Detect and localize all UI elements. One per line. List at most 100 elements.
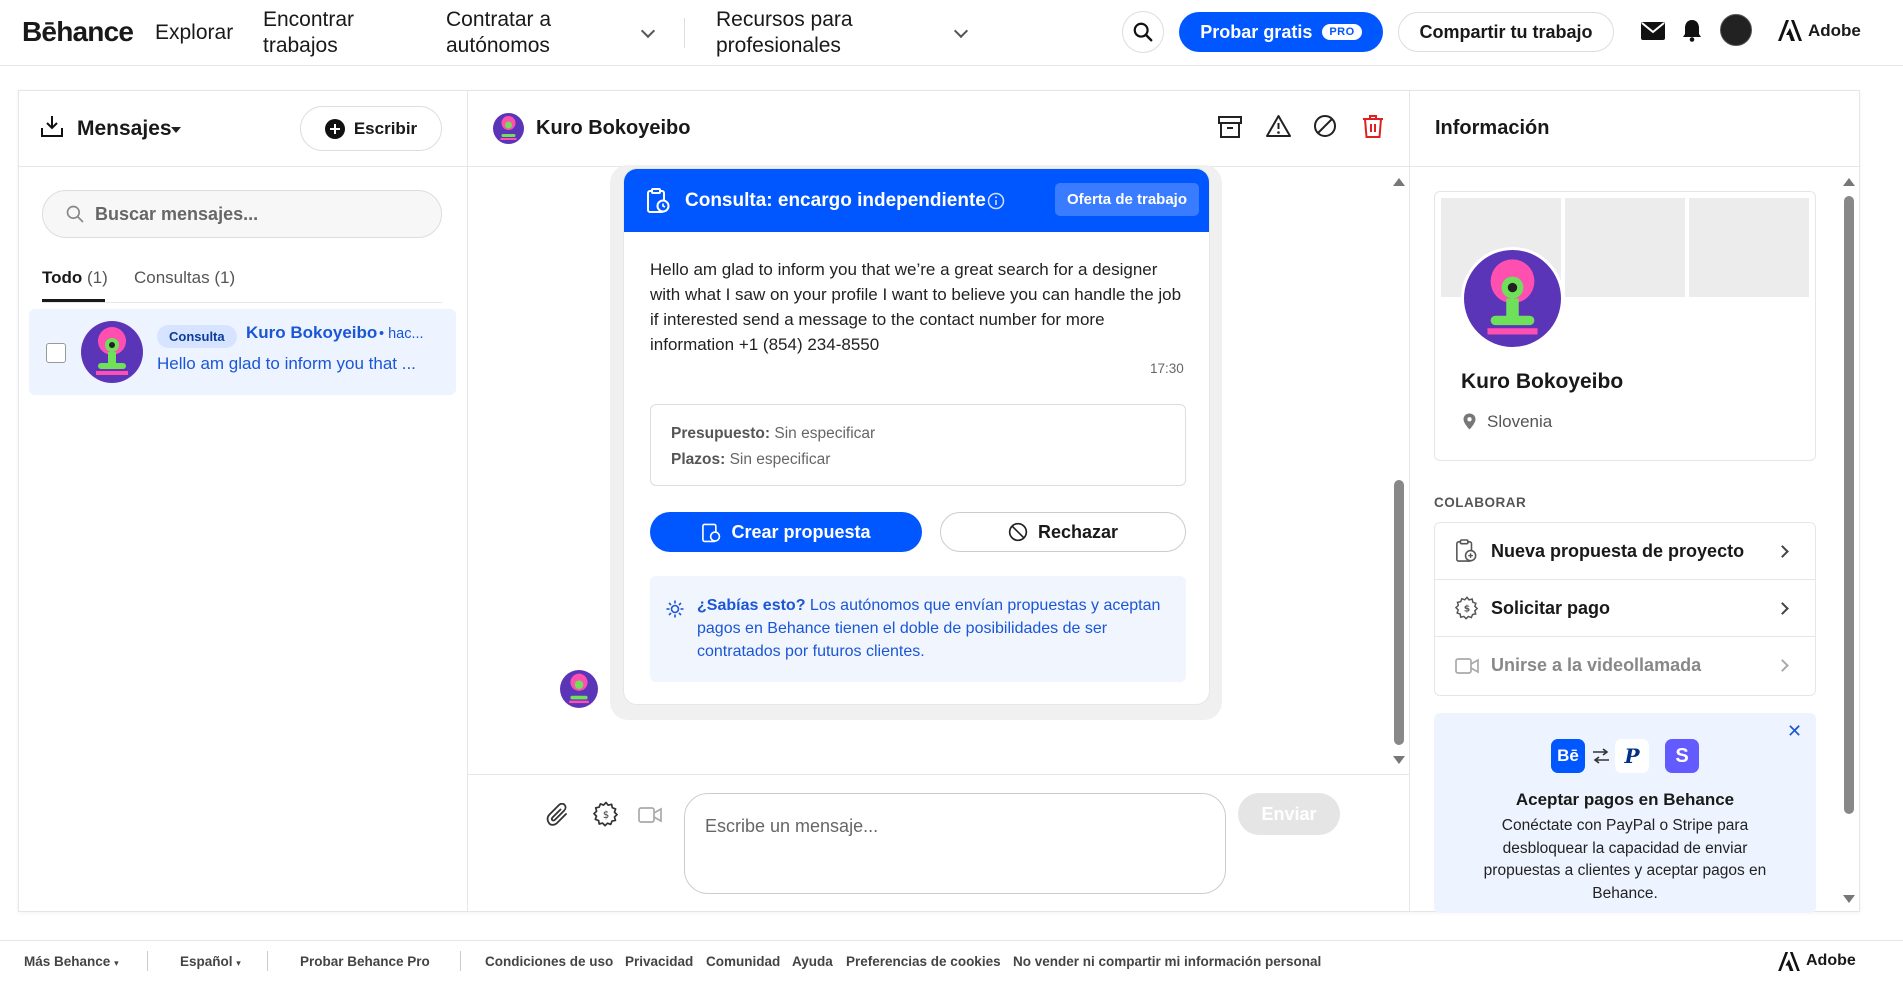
mail-icon[interactable] [1641,22,1665,40]
deadline-value: Sin especificar [729,451,831,468]
nav-label-line1: Contratar a [446,8,552,31]
footer-privacy[interactable]: Privacidad [625,954,693,969]
scroll-down-arrow[interactable] [1393,756,1405,764]
user-avatar[interactable] [1720,14,1752,46]
inquiry-title: Consulta: encargo independiente [685,190,986,211]
create-proposal-button[interactable]: Crear propuesta [650,512,922,552]
inquiry-card-header: Consulta: encargo independiente Oferta d… [624,169,1209,232]
promo-title: Aceptar pagos en Behance [1515,790,1735,809]
conversation-item[interactable]: Consulta Kuro Bokoyeibo • hac... Hello a… [29,309,456,395]
send-button[interactable]: Enviar [1238,793,1340,835]
share-work-button[interactable]: Compartir tu trabajo [1398,12,1614,52]
tab-todo[interactable]: Todo (1) [42,268,108,288]
footer-terms[interactable]: Condiciones de uso [485,954,613,969]
video-call-icon[interactable] [638,806,662,824]
top-nav: Bēhance Explorar Encontrar trabajos Cont… [0,0,1903,66]
thread-name[interactable]: Kuro Bokoyeibo [536,117,690,140]
adobe-label[interactable]: Adobe [1806,952,1856,970]
trash-icon[interactable] [1362,114,1384,139]
payment-gear-icon[interactable]: $ [593,801,619,827]
profile-name[interactable]: Kuro Bokoyeibo [1461,370,1623,394]
message-input[interactable]: Escribe un mensaje... [684,793,1226,894]
warning-icon[interactable] [1266,114,1291,138]
scroll-down-arrow[interactable] [1843,895,1855,903]
create-proposal-label: Crear propuesta [731,521,871,542]
profile-avatar[interactable] [1461,247,1564,350]
caret-down-icon: ▾ [236,958,241,968]
conversation-preview: Hello am glad to inform you that ... [157,354,416,373]
request-payment-item[interactable]: $ Solicitar pago [1435,580,1815,637]
footer-language[interactable]: Español ▾ [180,954,241,969]
tip-text: ¿Sabías esto? Los autónomos que envían p… [697,594,1177,663]
nav-divider [684,18,685,48]
chevron-down-icon[interactable] [640,23,656,39]
footer-probar-pro[interactable]: Probar Behance Pro [300,954,430,969]
avatar [81,321,143,383]
consulta-badge: Consulta [157,325,237,348]
nav-recursos-profesionales[interactable]: Recursos para profesionales [716,7,853,59]
archive-icon[interactable] [1218,116,1242,138]
write-label: Escribir [353,118,418,138]
profile-card: Kuro Bokoyeibo Slovenia [1434,191,1816,461]
column-divider [1409,90,1410,912]
search-messages-input[interactable]: Buscar mensajes... [42,190,442,238]
close-icon[interactable]: ✕ [1787,721,1802,742]
pro-badge: PRO [1322,24,1362,40]
avatar-illustration-icon [569,673,589,704]
footer-do-not-sell[interactable]: No vender ni compartir mi información pe… [1013,954,1321,969]
scroll-up-arrow[interactable] [1393,178,1405,186]
project-thumbnail[interactable] [1689,198,1809,297]
budget-value: Sin especificar [774,425,876,442]
write-button[interactable]: Escribir [300,106,442,151]
inbox-download-icon [41,116,63,137]
project-thumbnail[interactable] [1565,198,1685,297]
bell-icon[interactable] [1682,19,1702,42]
proposal-clipboard-icon [647,188,670,213]
caret-down-icon[interactable] [171,127,181,133]
nav-contratar-autonomos[interactable]: Contratar a autónomos [446,7,551,59]
reject-label: Rechazar [1037,521,1119,542]
nav-explorar[interactable]: Explorar [155,20,233,46]
thread-scrollbar-thumb[interactable] [1394,480,1404,745]
info-scrollbar-thumb[interactable] [1844,196,1854,814]
search-button[interactable] [1122,11,1164,53]
conversation-checkbox[interactable] [46,343,66,363]
message-placeholder: Escribe un mensaje... [705,816,879,836]
nav-label-line2: autónomos [446,34,550,57]
behance-logo[interactable]: Bēhance [22,16,134,48]
chevron-right-icon [1776,602,1789,615]
new-proposal-item[interactable]: Nueva propuesta de proyecto [1435,523,1815,580]
search-icon [66,205,84,223]
probar-gratis-label: Probar gratis [1200,21,1313,42]
footer-cookies[interactable]: Preferencias de cookies [846,954,1001,969]
chevron-down-icon[interactable] [953,23,969,39]
nav-encontrar-trabajos[interactable]: Encontrar trabajos [263,7,354,59]
chevron-right-icon [1776,545,1789,558]
list-item-label: Solicitar pago [1491,597,1611,618]
thread-avatar[interactable] [493,113,524,144]
proposal-clipboard-icon [702,523,721,542]
sparkle-icon [666,600,684,618]
footer-mas-behance[interactable]: Más Behance ▾ [24,954,119,969]
reject-button[interactable]: Rechazar [940,512,1186,552]
probar-gratis-button[interactable]: Probar gratis PRO [1179,12,1383,52]
tab-consultas[interactable]: Consultas (1) [134,268,235,288]
info-icon[interactable] [987,192,1005,210]
adobe-logo-icon[interactable] [1778,952,1800,971]
join-video-call-item[interactable]: Unirse a la videollamada [1435,637,1815,694]
footer-community[interactable]: Comunidad [706,954,780,969]
message-time: 17:30 [1150,361,1184,376]
scroll-up-arrow[interactable] [1843,178,1855,186]
attachment-paperclip-icon[interactable] [546,803,572,829]
adobe-label[interactable]: Adobe [1808,21,1861,41]
composer-divider [468,774,1409,775]
info-title: Información [1435,117,1550,139]
messages-title[interactable]: Mensajes [77,117,172,141]
budget-row: Presupuesto: Sin especificar [671,421,1165,447]
conversation-time: • hac... [379,326,424,342]
block-icon[interactable] [1313,114,1337,138]
adobe-logo-icon[interactable] [1778,20,1802,41]
promo-text: Conéctate con PayPal o Stripe para desbl… [1483,817,1767,902]
footer-help[interactable]: Ayuda [792,954,833,969]
footer-divider [267,951,268,971]
